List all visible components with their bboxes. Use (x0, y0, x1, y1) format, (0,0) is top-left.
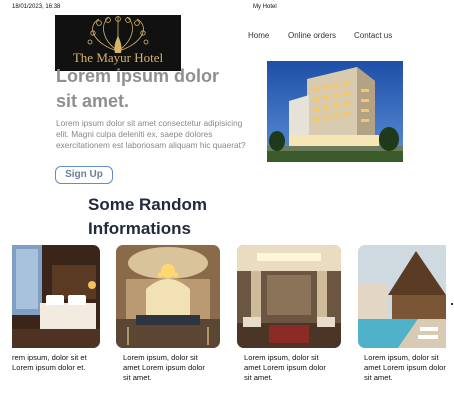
hero-description: Lorem ipsum dolor sit amet consectetur a… (56, 118, 246, 150)
section-title: Some Random Informations (88, 195, 208, 238)
nav-home[interactable]: Home (248, 31, 269, 40)
nav-contact-us[interactable]: Contact us (354, 31, 392, 40)
card-caption: Lorem ipsum, dolor sit amet Lorem ipsum … (123, 353, 205, 382)
card-image-lobby (116, 245, 220, 348)
hero-title: Lorem ipsum dolor sit amet. (56, 66, 220, 111)
card-image-pool (358, 245, 446, 348)
hotel-building-image (267, 61, 403, 162)
scroll-marker (451, 303, 453, 305)
card-caption: Lorem ipsum, dolor sit amet Lorem ipsum … (364, 353, 446, 382)
card-image-bedroom (12, 245, 100, 348)
card-caption: Lorem ipsum, dolor sit amet Lorem ipsum … (244, 353, 326, 382)
hotel-logo[interactable]: The Mayur Hotel (55, 15, 181, 71)
print-page-title: My Hotel (253, 4, 277, 10)
card-image-lounge (237, 245, 341, 348)
nav-online-orders[interactable]: Online orders (288, 31, 336, 40)
card-caption: rem ipsum, dolor sit et Lorem ipsum dolo… (12, 353, 87, 372)
page: 18/01/2023, 16:38 My Hotel The Mayur Hot… (0, 0, 454, 407)
print-datetime: 18/01/2023, 16:38 (12, 4, 61, 10)
sign-up-button[interactable]: Sign Up (55, 166, 113, 184)
